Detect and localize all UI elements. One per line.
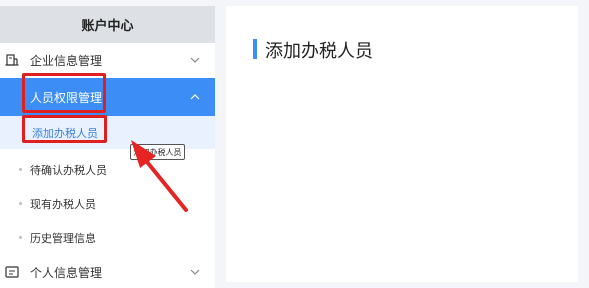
chevron-down-icon: [188, 53, 202, 67]
chevron-up-icon: [188, 90, 202, 104]
title-accent-bar: [253, 39, 257, 59]
page-title: 添加办税人员: [265, 41, 373, 62]
highlight-box-add-staff: [22, 115, 107, 143]
chevron-down-icon: [188, 265, 202, 279]
profile-card-icon: [5, 265, 19, 279]
sidebar-item-label: 个人信息管理: [30, 265, 103, 280]
sidebar-header: 账户中心: [0, 6, 215, 43]
sidebar-item-personal[interactable]: 个人信息管理: [0, 255, 215, 288]
sidebar-subitem-label: 现有办税人员: [30, 197, 96, 211]
sidebar-item-label: 企业信息管理: [30, 53, 103, 68]
bullet-dot: [19, 168, 22, 171]
sidebar-subitem-history[interactable]: 历史管理信息: [0, 221, 215, 254]
app-frame: 账户中心 企业信息管理 人员权限管理 添加办税人员 待确认办税人员 现有办税人员…: [0, 0, 589, 288]
tooltip: 添加办税人员: [130, 144, 185, 160]
sidebar-subitem-label: 历史管理信息: [30, 231, 96, 245]
bullet-dot: [19, 236, 22, 239]
highlight-box-permissions: [22, 73, 106, 113]
sidebar-subitem-existing-tax-staff[interactable]: 现有办税人员: [0, 187, 215, 220]
building-icon: [5, 53, 19, 67]
bullet-dot: [19, 202, 22, 205]
sidebar-subitem-label: 待确认办税人员: [30, 163, 107, 177]
sidebar-item-company[interactable]: 企业信息管理: [0, 43, 215, 77]
main-panel: 添加办税人员: [226, 6, 578, 282]
